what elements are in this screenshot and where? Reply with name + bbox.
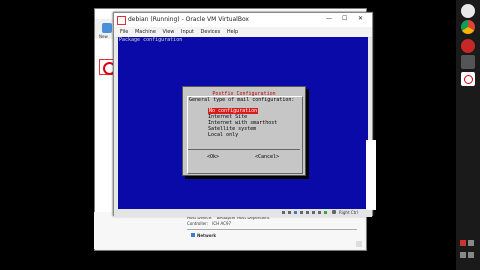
- divider: [187, 229, 357, 230]
- debian-swirl-icon: [464, 75, 473, 84]
- detail-controller: Controller: ICH AC97: [187, 221, 231, 226]
- volume-icon[interactable]: [468, 240, 474, 246]
- vm-statusbar: Right Ctrl: [114, 209, 372, 217]
- console-header: Package configuration: [119, 37, 183, 43]
- hdd-icon[interactable]: [282, 211, 285, 214]
- cancel-button[interactable]: <Cancel>: [255, 154, 279, 160]
- virtualbox-taskbar-icon[interactable]: [461, 72, 475, 86]
- capture-icon[interactable]: [318, 211, 321, 214]
- option-local-only[interactable]: Local only: [208, 132, 238, 138]
- maximize-button[interactable]: ☐: [342, 15, 347, 22]
- scroll-down-button[interactable]: [356, 241, 362, 247]
- display-icon[interactable]: [312, 211, 315, 214]
- vm-window: debian (Running) - Oracle VM VirtualBox …: [113, 12, 373, 217]
- vm-app-icon: [117, 16, 126, 25]
- cpu-icon[interactable]: [324, 211, 327, 214]
- postfix-dialog: Postfix Configuration General type of ma…: [182, 86, 306, 176]
- network-label: Network: [197, 233, 217, 238]
- detail-label: Controller:: [187, 221, 208, 226]
- menu-machine[interactable]: Machine: [135, 29, 156, 35]
- dialog-divider: [188, 149, 300, 150]
- ok-button[interactable]: <Ok>: [207, 154, 219, 160]
- taskbar-app-icon[interactable]: [461, 4, 475, 18]
- network-status-icon[interactable]: [294, 211, 297, 214]
- menu-view[interactable]: View: [163, 29, 175, 35]
- network-tray-icon[interactable]: [460, 252, 466, 258]
- tray-icon[interactable]: [460, 240, 466, 246]
- network-icon: [191, 233, 195, 237]
- settings-icon[interactable]: [461, 55, 475, 69]
- manager-details-panel: Host Device: &Adapter Host Dependent Con…: [94, 212, 365, 249]
- windows-taskbar: [456, 0, 480, 270]
- menu-input[interactable]: Input: [181, 29, 194, 35]
- dialog-prompt: General type of mail configuration:: [189, 97, 295, 103]
- vm-titlebar: debian (Running) - Oracle VM VirtualBox …: [114, 13, 372, 27]
- vm-window-title: debian (Running) - Oracle VM VirtualBox: [128, 16, 249, 23]
- detail-value: ICH AC97: [212, 221, 232, 226]
- minimize-button[interactable]: —: [326, 15, 332, 22]
- vm-console-screen[interactable]: Package configuration Postfix Configurat…: [118, 37, 368, 209]
- chrome-icon[interactable]: [461, 20, 475, 34]
- notification-icon[interactable]: [468, 252, 474, 258]
- network-section-header[interactable]: Network: [191, 233, 216, 238]
- host-key-label: Right Ctrl: [339, 210, 358, 215]
- new-icon: [102, 23, 112, 33]
- background-window-edge: [366, 140, 376, 210]
- menu-devices[interactable]: Devices: [201, 29, 221, 35]
- menu-file[interactable]: File: [120, 29, 128, 35]
- usb-icon[interactable]: [300, 211, 303, 214]
- optical-icon[interactable]: [288, 211, 291, 214]
- shared-folder-icon[interactable]: [306, 211, 309, 214]
- opera-icon[interactable]: [461, 39, 475, 53]
- keyboard-icon: [332, 210, 336, 214]
- close-button[interactable]: ✕: [358, 15, 363, 22]
- menu-help[interactable]: Help: [227, 29, 238, 35]
